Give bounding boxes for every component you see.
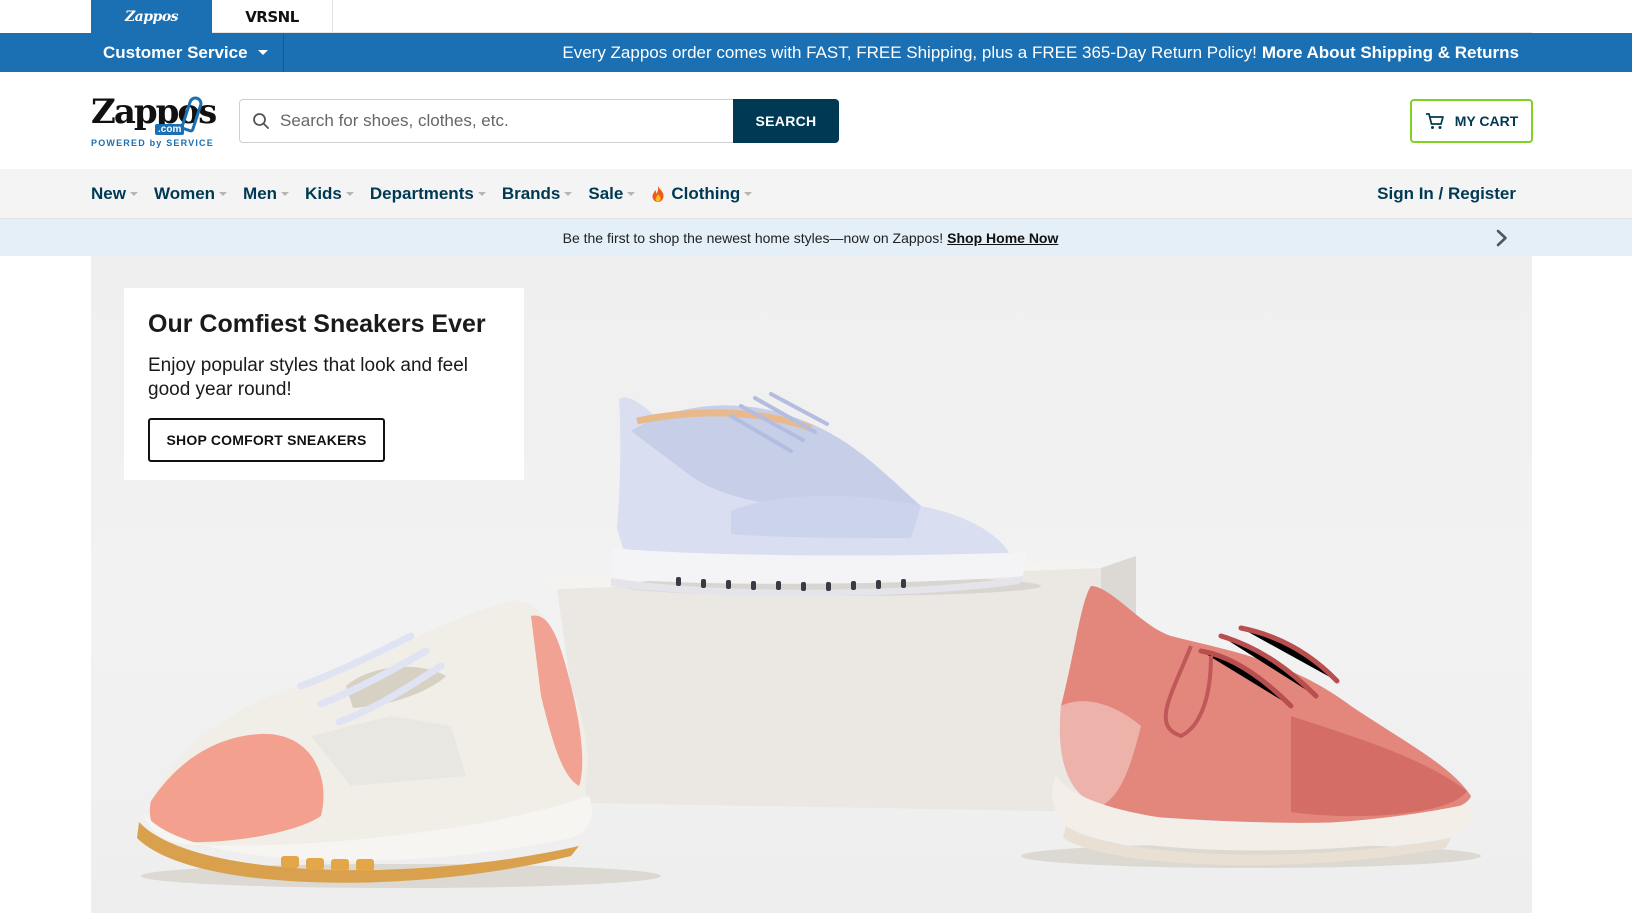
shipping-bar: Customer Service Every Zappos order come…	[0, 33, 1632, 72]
logo-com: .com	[155, 124, 185, 135]
nav-items: New Women Men Kids Departments Brands Sa…	[91, 169, 768, 219]
sign-in-register-link[interactable]: Sign In / Register	[1377, 169, 1516, 219]
site-tab-vrsnl[interactable]: VRSNL	[212, 0, 333, 33]
zappos-mini-logo: Zappos	[124, 8, 179, 25]
hero-banner[interactable]: Our Comfiest Sneakers Ever Enjoy popular…	[91, 256, 1532, 913]
customer-service-label: Customer Service	[103, 42, 248, 62]
site-switcher-tabs: Zappos VRSNL	[91, 0, 1532, 33]
nav-item-label: Men	[243, 184, 278, 203]
search-box	[239, 99, 733, 143]
nav-item-women[interactable]: Women	[153, 184, 228, 204]
chevron-down-icon	[744, 192, 753, 196]
nav-item-sale[interactable]: Sale	[588, 184, 636, 204]
nav-item-label: Departments	[369, 184, 474, 203]
search-input[interactable]	[280, 111, 710, 131]
chevron-down-icon	[627, 192, 636, 196]
vrsnl-logo: VRSNL	[245, 7, 299, 26]
search-form: SEARCH	[239, 99, 839, 143]
nav-item-label: New	[91, 184, 126, 203]
chevron-down-icon	[257, 50, 268, 55]
site-tab-zappos[interactable]: Zappos	[91, 0, 212, 33]
shipping-message: Every Zappos order comes with FAST, FREE…	[562, 33, 1519, 72]
nav-item-brands[interactable]: Brands	[502, 184, 573, 204]
shipping-returns-link[interactable]: More About Shipping & Returns	[1262, 43, 1519, 63]
logo-tagline: POWERED by SERVICE	[91, 138, 214, 148]
shop-comfort-sneakers-button[interactable]: SHOP COMFORT SNEAKERS	[148, 418, 385, 462]
nav-item-men[interactable]: Men	[243, 184, 290, 204]
search-button[interactable]: SEARCH	[733, 99, 839, 143]
coral-knit-sneaker	[1021, 586, 1481, 868]
hero-title: Our Comfiest Sneakers Ever	[148, 310, 486, 338]
site-header: Zappos .com POWERED by SERVICE SEARCH MY…	[0, 72, 1632, 169]
nav-item-label: Women	[153, 184, 216, 203]
nav-item-new[interactable]: New	[91, 184, 138, 204]
promo-bar: Be the first to shop the newest home sty…	[0, 219, 1632, 256]
chevron-down-icon	[345, 192, 354, 196]
my-cart-button[interactable]: MY CART	[1410, 99, 1533, 143]
main-nav: New Women Men Kids Departments Brands Sa…	[0, 169, 1632, 219]
lavender-sneaker	[611, 392, 1026, 597]
promo-text: Be the first to shop the newest home sty…	[562, 229, 944, 246]
chevron-down-icon	[281, 192, 290, 196]
chevron-down-icon	[219, 192, 228, 196]
customer-service-menu[interactable]: Customer Service	[91, 33, 284, 72]
hero-card: Our Comfiest Sneakers Ever Enjoy popular…	[124, 288, 524, 480]
nav-item-departments[interactable]: Departments	[370, 184, 486, 204]
zappos-logo[interactable]: Zappos .com POWERED by SERVICE	[91, 94, 217, 148]
cart-icon	[1425, 113, 1444, 129]
chevron-down-icon	[129, 192, 138, 196]
nav-item-label: Clothing	[671, 184, 741, 203]
nav-item-clothing[interactable]: Clothing	[651, 184, 753, 204]
search-icon	[253, 113, 269, 129]
nav-item-label: Kids	[305, 184, 342, 203]
flame-icon	[652, 186, 664, 202]
promo-message: Be the first to shop the newest home sty…	[0, 219, 1621, 256]
shop-home-now-link[interactable]: Shop Home Now	[947, 230, 1058, 246]
chevron-down-icon	[477, 192, 486, 196]
chevron-down-icon	[564, 192, 573, 196]
site-switcher: Zappos VRSNL	[0, 0, 1632, 33]
nav-item-label: Sale	[588, 184, 624, 203]
chevron-right-icon[interactable]	[1494, 229, 1510, 247]
shipping-message-text: Every Zappos order comes with FAST, FREE…	[562, 42, 1257, 62]
cart-label: MY CART	[1454, 113, 1519, 129]
nav-item-label: Brands	[501, 184, 561, 203]
hero-subtitle: Enjoy popular styles that look and feel …	[148, 355, 469, 400]
nav-item-kids[interactable]: Kids	[305, 184, 354, 204]
